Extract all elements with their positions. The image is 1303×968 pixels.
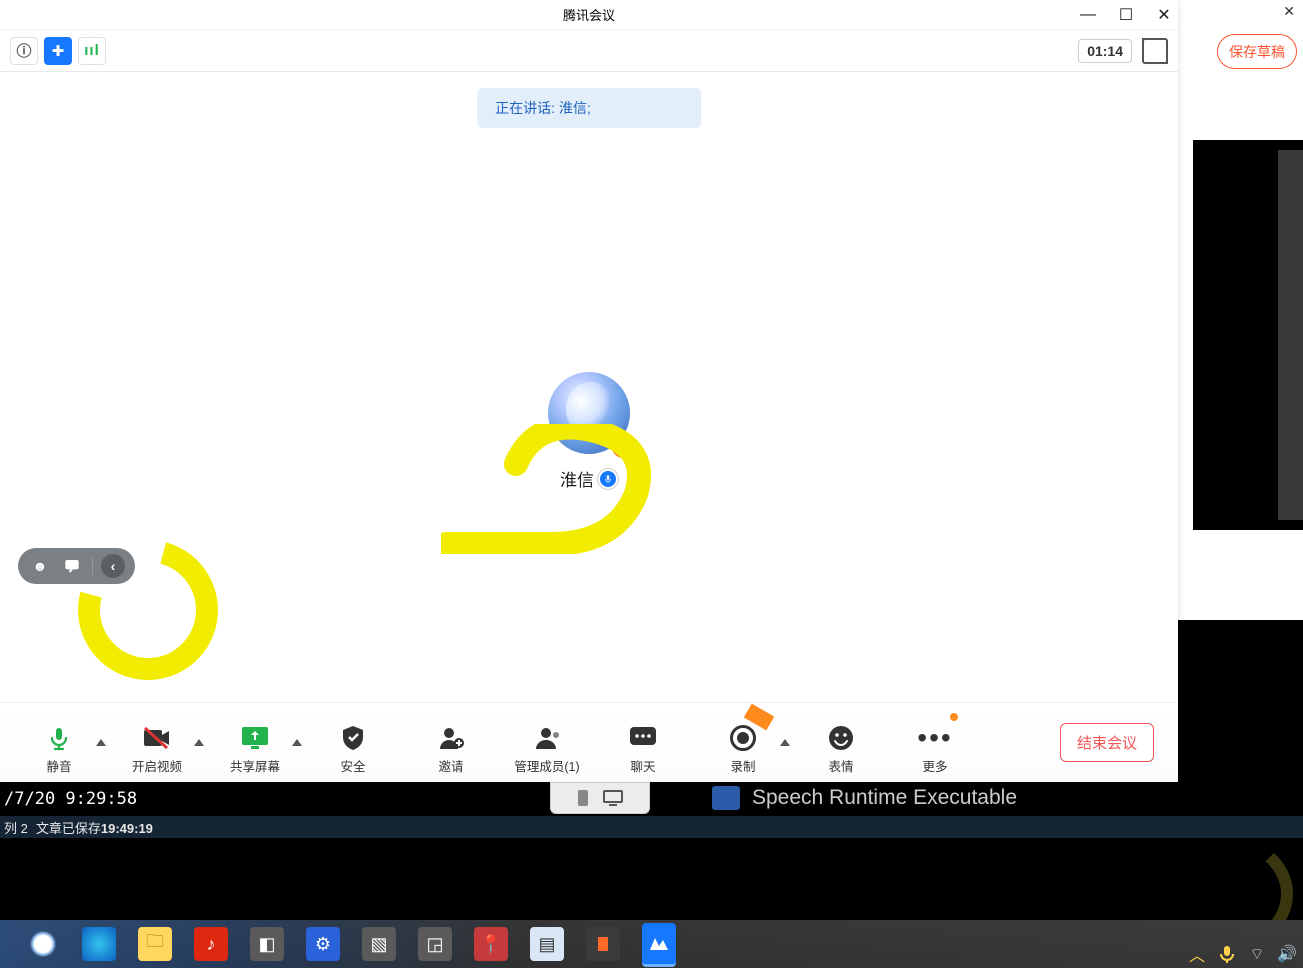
system-tray[interactable]: ︿ ⌔ 🔊 — [1187, 944, 1297, 964]
chat-label: 聊天 — [630, 756, 655, 775]
notification-dot-icon — [950, 713, 958, 721]
invite-icon — [436, 724, 466, 752]
close-icon[interactable]: ✕ — [1283, 3, 1295, 20]
speaking-indicator: 正在讲话: 淮信; — [477, 88, 701, 128]
taskbar-map-icon[interactable]: 📍 — [474, 927, 508, 961]
taskbar-app3-icon[interactable]: ◲ — [418, 927, 452, 961]
chat-button[interactable]: 聊天 — [608, 711, 678, 775]
monitor-icon — [603, 790, 623, 806]
taskbar-cortana-icon[interactable] — [26, 927, 60, 961]
editor-statusbar: 列 2 文章已保存19:49:19 — [0, 816, 1303, 838]
taskbar[interactable]: 🗀 ♪ ◧ ⚙ ▧ ◲ 📍 ▤ ︿ ⌔ 🔊 — [0, 920, 1303, 968]
mic-icon — [44, 724, 74, 752]
taskbar-doc-icon[interactable]: ▤ — [530, 927, 564, 961]
taskbar-settings-icon[interactable]: ⚙ — [306, 927, 340, 961]
status-col: 列 2 — [4, 818, 28, 837]
collapse-chevron-icon[interactable]: ‹ — [101, 554, 125, 578]
background-video-area — [1193, 140, 1303, 530]
taskbar-explorer-icon[interactable]: 🗀 — [138, 927, 172, 961]
close-button[interactable]: ✕ — [1154, 5, 1174, 25]
annotation-circle — [52, 514, 243, 702]
speech-label: Speech Runtime Executable — [752, 786, 1017, 810]
taskbar-netease-icon[interactable]: ♪ — [194, 927, 228, 961]
tray-wifi-icon[interactable]: ⌔ — [1247, 944, 1267, 964]
maximize-button[interactable]: ☐ — [1116, 5, 1136, 25]
taskbar-app2-icon[interactable]: ▧ — [362, 927, 396, 961]
chat-bubble-icon[interactable] — [60, 554, 84, 578]
participant-name: 淮信 — [560, 466, 594, 491]
phone-icon — [577, 789, 589, 807]
manage-members-button[interactable]: 管理成员(1) — [504, 711, 590, 775]
more-button[interactable]: ••• 更多 — [900, 711, 970, 775]
separator — [92, 557, 93, 575]
floating-toolbar[interactable]: ☻ ‹ — [18, 548, 135, 584]
emoji-button[interactable]: 表情 — [806, 711, 876, 775]
meeting-window: 腾讯会议 — ☐ ✕ ⓘ ✚ ııl 01:14 正在讲话: 淮信; — [0, 0, 1178, 782]
more-label: 更多 — [922, 756, 947, 775]
chat-icon — [628, 724, 658, 752]
taskbar-tencent-meeting-icon[interactable] — [642, 923, 676, 967]
host-badge-icon — [612, 436, 634, 458]
tray-mic-icon[interactable] — [1217, 944, 1237, 964]
share-label: 共享屏幕 — [230, 756, 280, 775]
record-button[interactable]: 录制 — [708, 711, 778, 775]
info-bar: ⓘ ✚ ııl 01:14 — [0, 30, 1178, 72]
more-icon: ••• — [920, 724, 950, 752]
shield-icon — [338, 724, 368, 752]
mute-button[interactable]: 静音 — [24, 711, 94, 775]
record-label: 录制 — [730, 756, 755, 775]
taskbar-app1-icon[interactable]: ◧ — [250, 927, 284, 961]
emoji-icon[interactable]: ☻ — [28, 554, 52, 578]
invite-label: 邀请 — [438, 756, 463, 775]
security-button[interactable]: 安全 — [318, 711, 388, 775]
participant-tile: 淮信 — [548, 372, 630, 491]
record-options-caret[interactable] — [778, 711, 792, 775]
emoji-icon — [826, 724, 856, 752]
emoji-label: 表情 — [828, 756, 853, 775]
mic-active-icon — [598, 469, 618, 489]
taskbar-app4-icon[interactable] — [586, 927, 620, 961]
taskbar-edge-icon[interactable] — [82, 927, 116, 961]
titlebar[interactable]: 腾讯会议 — ☐ ✕ — [0, 0, 1178, 30]
security-label: 安全 — [340, 756, 365, 775]
invite-button[interactable]: 邀请 — [416, 711, 486, 775]
speech-app-icon — [712, 786, 740, 810]
device-switcher[interactable] — [550, 782, 650, 814]
video-button[interactable]: 开启视频 — [122, 711, 192, 775]
save-draft-button[interactable]: 保存草稿 — [1217, 34, 1297, 69]
info-icon[interactable]: ⓘ — [10, 37, 38, 65]
tray-volume-icon[interactable]: 🔊 — [1277, 944, 1297, 964]
status-saved: 文章已保存19:49:19 — [36, 818, 153, 837]
tray-chevron-icon[interactable]: ︿ — [1187, 944, 1207, 964]
share-screen-button[interactable]: 共享屏幕 — [220, 711, 290, 775]
window-title: 腾讯会议 — [563, 5, 615, 24]
share-options-caret[interactable] — [290, 711, 304, 775]
mute-options-caret[interactable] — [94, 711, 108, 775]
window-controls: — ☐ ✕ — [1078, 0, 1174, 30]
signal-icon[interactable]: ııl — [78, 37, 106, 65]
speech-runtime-row: Speech Runtime Executable — [700, 782, 1280, 814]
members-icon — [532, 724, 562, 752]
background-browser-panel: ✕ 保存草稿 — [1173, 0, 1303, 620]
record-icon — [728, 724, 758, 752]
mute-label: 静音 — [46, 756, 71, 775]
meeting-timer: 01:14 — [1078, 39, 1132, 63]
background-dark — [0, 838, 1303, 898]
camera-off-icon — [142, 724, 172, 752]
video-label: 开启视频 — [132, 756, 182, 775]
fullscreen-button[interactable] — [1142, 38, 1168, 64]
meeting-stage: 正在讲话: 淮信; 淮信 ☻ — [0, 72, 1178, 702]
share-screen-icon — [240, 724, 270, 752]
meeting-toolbar: 静音 开启视频 共享屏幕 安全 邀请 — [0, 702, 1178, 782]
members-label: 管理成员(1) — [514, 756, 579, 775]
end-meeting-button[interactable]: 结束会议 — [1060, 723, 1154, 762]
shield-icon[interactable]: ✚ — [44, 37, 72, 65]
video-options-caret[interactable] — [192, 711, 206, 775]
minimize-button[interactable]: — — [1078, 5, 1098, 25]
